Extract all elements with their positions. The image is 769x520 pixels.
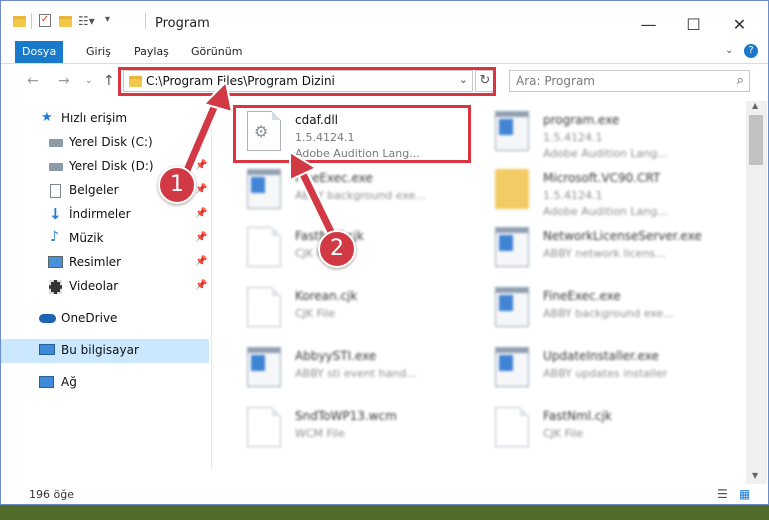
arrow-1 bbox=[179, 79, 234, 181]
annotation-overlay bbox=[179, 79, 341, 246]
annotation-badge-1: 1 bbox=[158, 166, 196, 204]
arrow-2 bbox=[289, 150, 341, 246]
annotation-badge-2: 2 bbox=[318, 230, 356, 268]
